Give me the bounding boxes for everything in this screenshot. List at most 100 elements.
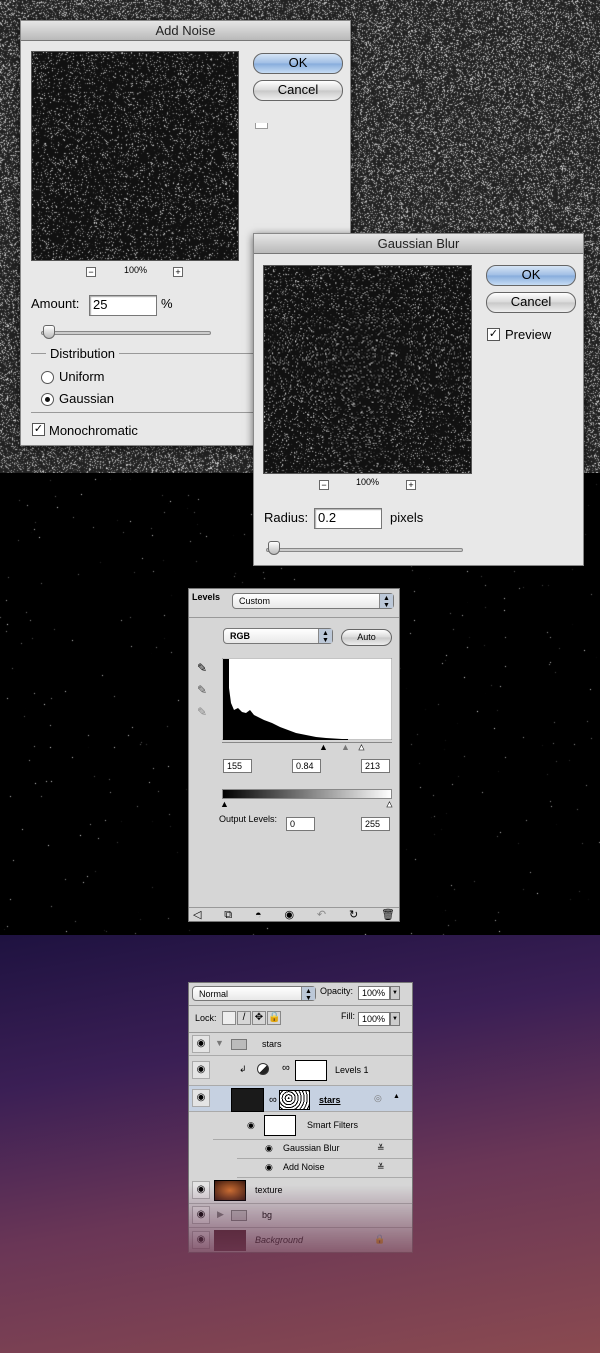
amount-slider-thumb[interactable] <box>43 325 55 339</box>
expand-triangle-icon[interactable]: ▶ <box>217 1209 224 1220</box>
eye-icon[interactable]: ◉ <box>192 1035 210 1053</box>
visibility-state-icon[interactable]: ◓ <box>255 908 262 923</box>
clip-layer-icon[interactable]: ⧉ <box>224 908 232 923</box>
monochromatic-checkbox[interactable]: ✓ <box>32 423 45 436</box>
zoom-out-button[interactable]: − <box>319 480 329 490</box>
lock-all-icon[interactable]: 🔒 <box>267 1011 281 1025</box>
eye-icon[interactable]: ◉ <box>192 1181 210 1199</box>
eye-icon[interactable]: ◉ <box>192 1231 210 1249</box>
output-levels-label: Output Levels: <box>219 814 277 824</box>
amount-slider[interactable] <box>41 331 211 335</box>
gamma-handle[interactable]: ▲ <box>341 742 350 752</box>
fill-field[interactable]: 100% <box>358 1012 390 1026</box>
amount-unit: % <box>161 296 173 311</box>
noise-preview[interactable] <box>31 51 239 261</box>
uniform-label[interactable]: Uniform <box>59 369 105 384</box>
channel-select[interactable]: RGB ▲ ▼ <box>223 628 333 644</box>
input-slider-track[interactable] <box>222 742 392 743</box>
layer-thumbnail <box>214 1230 246 1251</box>
eye-icon[interactable]: ◉ <box>192 1206 210 1224</box>
monochromatic-label[interactable]: Monochromatic <box>49 423 138 438</box>
white-eyedropper-icon[interactable]: ✎ <box>197 705 207 719</box>
ok-button[interactable]: OK <box>253 53 343 74</box>
preview-label[interactable]: Preview <box>505 327 551 342</box>
histogram <box>222 658 392 740</box>
blur-preview[interactable] <box>263 265 472 474</box>
auto-button[interactable]: Auto <box>341 629 392 646</box>
preview-checkbox[interactable] <box>255 123 268 129</box>
radius-slider[interactable] <box>266 548 463 552</box>
fill-label: Fill: <box>341 1011 355 1021</box>
uniform-radio[interactable] <box>41 371 54 384</box>
eye-icon[interactable]: ◉ <box>192 1061 210 1079</box>
opacity-field[interactable]: 100% <box>358 986 390 1000</box>
lock-brush-icon[interactable]: / <box>237 1011 251 1025</box>
filter-row-gaussian-blur[interactable]: ◉ Gaussian Blur ≚ <box>237 1140 412 1159</box>
input-black-field[interactable]: 155 <box>223 759 252 773</box>
filter-options-icon[interactable]: ≚ <box>377 1143 385 1154</box>
select-arrows-icon: ▲ ▼ <box>318 629 332 643</box>
input-white-field[interactable]: 213 <box>361 759 390 773</box>
output-black-handle[interactable]: ▲ <box>220 799 229 809</box>
layer-row-levels-1[interactable]: ◉ ↲ ∞ Levels 1 <box>189 1056 412 1086</box>
collapse-triangle-icon[interactable]: ▼ <box>215 1038 224 1048</box>
eye-icon[interactable]: ◉ <box>265 1143 273 1154</box>
gray-eyedropper-icon[interactable]: ✎ <box>197 683 207 697</box>
output-black-field[interactable]: 0 <box>286 817 315 831</box>
radius-slider-thumb[interactable] <box>268 541 280 555</box>
radius-input[interactable]: 0.2 <box>314 508 382 529</box>
input-gamma-field[interactable]: 0.84 <box>292 759 321 773</box>
filter-options-icon[interactable]: ≚ <box>377 1162 385 1173</box>
preset-value: Custom <box>239 596 270 606</box>
layer-row-texture[interactable]: ◉ texture <box>189 1178 412 1204</box>
layer-name: stars <box>262 1039 282 1049</box>
output-white-field[interactable]: 255 <box>361 817 390 831</box>
select-arrows-icon: ▲ ▼ <box>301 987 315 1000</box>
black-point-handle[interactable]: ▲ <box>319 742 328 752</box>
trash-icon[interactable]: 🗑 <box>381 908 395 923</box>
layer-row-stars-group[interactable]: ◉ ▼ stars <box>189 1033 412 1056</box>
eye-icon[interactable]: ◉ <box>247 1120 255 1131</box>
fill-dropdown-icon[interactable]: ▼ <box>390 1012 400 1026</box>
layer-row-bg-group[interactable]: ◉ ▶ bg <box>189 1204 412 1228</box>
lock-transparency-icon[interactable] <box>222 1011 236 1025</box>
dialog-title: Add Noise <box>21 21 350 41</box>
reset-icon[interactable]: ↻ <box>349 908 358 923</box>
eye-icon[interactable]: ◉ <box>265 1162 273 1173</box>
black-eyedropper-icon[interactable]: ✎ <box>197 661 207 675</box>
blend-mode-value: Normal <box>199 989 228 999</box>
filter-name: Gaussian Blur <box>283 1143 340 1153</box>
levels-title: Levels <box>192 592 220 602</box>
opacity-dropdown-icon[interactable]: ▼ <box>390 986 400 1000</box>
preset-select[interactable]: Custom ▲ ▼ <box>232 593 394 609</box>
zoom-in-button[interactable]: + <box>173 267 183 277</box>
zoom-out-button[interactable]: − <box>86 267 96 277</box>
smart-filters-row[interactable]: ◉ Smart Filters <box>213 1112 412 1140</box>
output-white-handle[interactable]: ▲ <box>385 799 394 809</box>
zoom-in-button[interactable]: + <box>406 480 416 490</box>
gaussian-label[interactable]: Gaussian <box>59 391 114 406</box>
zoom-level: 100% <box>124 265 147 275</box>
eye-icon[interactable]: ◉ <box>284 908 294 923</box>
filter-name: Add Noise <box>283 1162 325 1172</box>
scroll-up-icon[interactable]: ▲ <box>393 1093 400 1100</box>
back-arrow-icon[interactable]: ◁ <box>193 908 201 923</box>
layer-row-background[interactable]: ◉ Background 🔒 <box>189 1228 412 1254</box>
cancel-button[interactable]: Cancel <box>486 292 576 313</box>
amount-input[interactable]: 25 <box>89 295 157 316</box>
white-point-handle[interactable]: ▲ <box>357 742 366 752</box>
divider <box>189 617 399 618</box>
filter-row-add-noise[interactable]: ◉ Add Noise ≚ <box>237 1159 412 1178</box>
ok-button[interactable]: OK <box>486 265 576 286</box>
layer-mask-thumbnail <box>295 1060 327 1081</box>
previous-state-icon[interactable]: ↶ <box>317 908 326 923</box>
lock-move-icon[interactable]: ✥ <box>252 1011 266 1025</box>
gaussian-radio[interactable] <box>41 393 54 406</box>
cancel-button[interactable]: Cancel <box>253 80 343 101</box>
divider <box>189 1005 412 1006</box>
select-arrows-icon: ▲ ▼ <box>379 594 393 608</box>
layer-row-stars-smart-object[interactable]: ◉ ∞ stars ◎ ▲ <box>189 1086 412 1112</box>
blend-mode-select[interactable]: Normal ▲ ▼ <box>192 986 316 1001</box>
preview-checkbox[interactable]: ✓ <box>487 328 500 341</box>
eye-icon[interactable]: ◉ <box>192 1089 210 1107</box>
